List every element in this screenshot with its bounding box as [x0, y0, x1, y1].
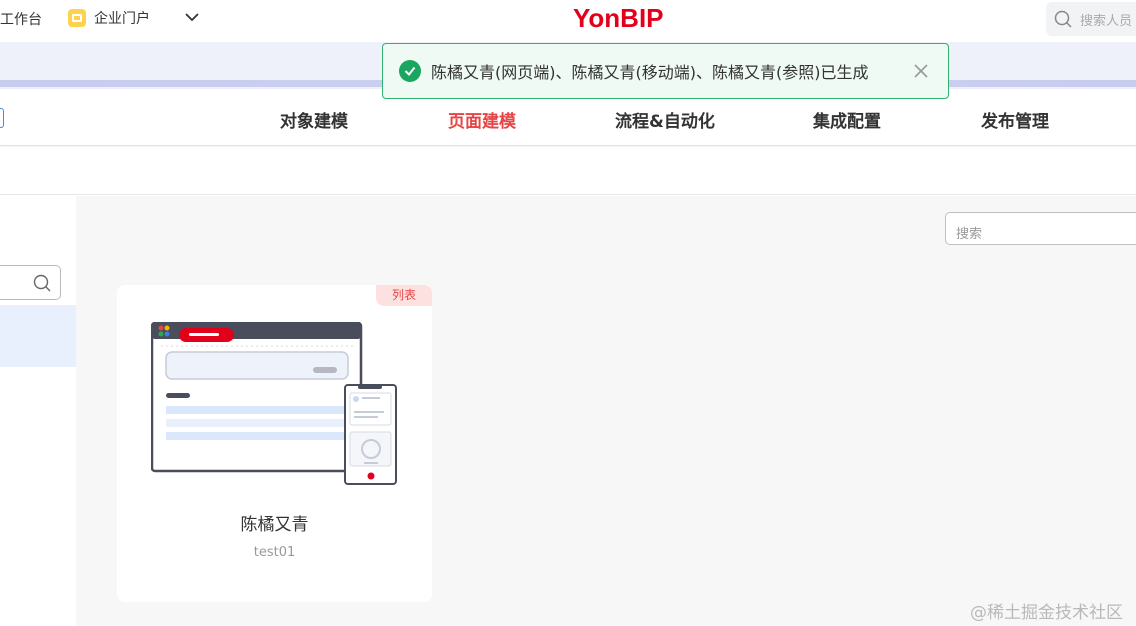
portal-label: 企业门户: [94, 11, 150, 27]
portal-switcher[interactable]: 企业门户: [68, 8, 150, 28]
sub-toolbar: [0, 147, 1136, 195]
watermark: @稀土掘金技术社区: [970, 603, 1123, 623]
toast-message: 陈橘又青(网页端)、陈橘又青(移动端)、陈橘又青(参照)已生成: [431, 63, 869, 82]
card-type-badge: 列表: [376, 285, 432, 306]
search-icon: [1054, 10, 1072, 28]
nav-item-object-modeling[interactable]: 对象建模: [280, 107, 348, 132]
global-search-placeholder: 搜索人员: [1080, 13, 1133, 29]
portal-icon: [68, 9, 86, 27]
page-preview-illustration: [151, 322, 397, 485]
sidebar-search-input[interactable]: [0, 265, 61, 300]
card-subtitle: test01: [253, 545, 296, 560]
nav-item-integration-config[interactable]: 集成配置: [813, 107, 881, 132]
nav-left-control[interactable]: [0, 108, 4, 128]
nav-item-page-modeling[interactable]: 页面建模: [448, 107, 516, 132]
sidebar: [0, 196, 76, 626]
main-content: 搜索 列表 陈橘又青 test01: [76, 196, 1136, 626]
page-search-input[interactable]: 搜索: [945, 212, 1136, 245]
top-bar: 工作台 企业门户 YonBIP 搜索人员: [0, 0, 1136, 42]
check-circle-icon: [399, 60, 421, 82]
sidebar-item-selected[interactable]: [0, 305, 76, 367]
chevron-down-icon[interactable]: [184, 9, 200, 25]
nav-item-process-automation[interactable]: 流程&自动化: [615, 107, 715, 132]
card-title: 陈橘又青: [240, 515, 309, 535]
nav-item-release-management[interactable]: 发布管理: [981, 107, 1049, 132]
close-icon[interactable]: [913, 63, 929, 79]
search-icon[interactable]: [33, 274, 51, 292]
yonbip-logo: YonBIP: [573, 3, 664, 33]
page-card[interactable]: 列表 陈橘又青 test01: [117, 285, 432, 602]
global-search-input[interactable]: 搜索人员: [1046, 2, 1136, 36]
success-toast: 陈橘又青(网页端)、陈橘又青(移动端)、陈橘又青(参照)已生成: [382, 43, 949, 99]
workbench-link[interactable]: 工作台: [0, 9, 42, 29]
